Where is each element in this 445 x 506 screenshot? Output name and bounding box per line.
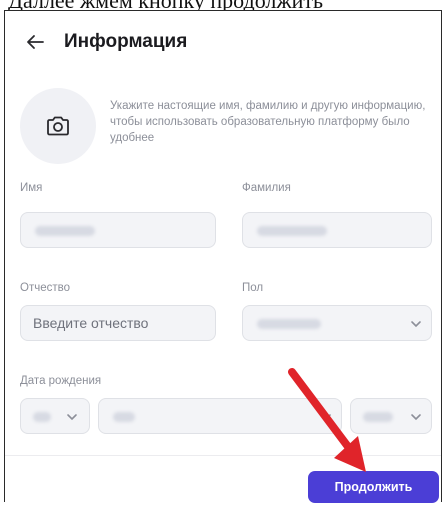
gender-value-redacted (257, 319, 321, 329)
patronymic-field[interactable] (20, 305, 216, 341)
chevron-down-icon (321, 414, 331, 421)
last-name-label: Фамилия (242, 182, 291, 194)
birth-year-select[interactable] (350, 398, 432, 434)
first-name-label: Имя (20, 182, 43, 194)
birth-month-value-redacted (113, 412, 135, 422)
last-name-value-redacted (257, 226, 327, 236)
first-name-value-redacted (35, 226, 95, 236)
birth-month-select[interactable] (98, 398, 342, 434)
birth-year-value-redacted (363, 412, 393, 422)
avatar-upload[interactable] (20, 88, 96, 164)
page-title: Информация (64, 31, 188, 52)
patronymic-label: Отчество (20, 282, 70, 294)
chevron-down-icon (411, 321, 421, 328)
footer-divider (5, 455, 441, 456)
continue-button[interactable]: Продолжить (308, 471, 439, 503)
birth-day-value-redacted (33, 412, 51, 422)
arrow-left-icon (27, 35, 44, 49)
camera-icon (47, 116, 69, 136)
patronymic-input[interactable] (21, 306, 215, 340)
gender-select[interactable] (242, 305, 432, 341)
first-name-field[interactable] (20, 212, 216, 248)
back-button[interactable] (22, 29, 48, 55)
birth-day-select[interactable] (20, 398, 90, 434)
intro-text: Укажите настоящие имя, фамилию и другую … (110, 100, 426, 144)
page-header: Информация (22, 28, 187, 56)
birthdate-label: Дата рождения (20, 375, 102, 387)
gender-label: Пол (242, 282, 264, 294)
chevron-down-icon (67, 414, 77, 421)
chevron-down-icon (411, 414, 421, 421)
last-name-field[interactable] (242, 212, 432, 248)
